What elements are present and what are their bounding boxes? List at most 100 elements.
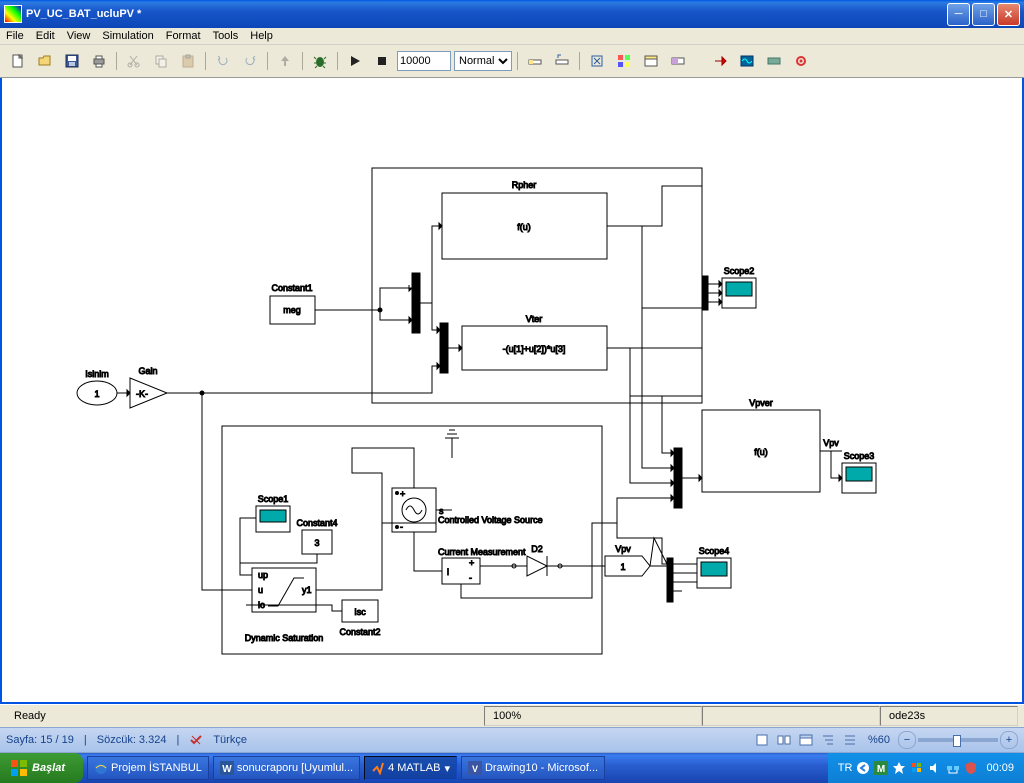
tray-star-icon[interactable] bbox=[892, 761, 906, 775]
print-layout-button[interactable] bbox=[752, 730, 772, 750]
tray-shield-icon[interactable] bbox=[964, 761, 978, 775]
taskbar-item[interactable]: V Drawing10 - Microsof... bbox=[461, 756, 605, 780]
word-zoom[interactable]: %60 bbox=[868, 734, 890, 746]
constant2-val: Isc bbox=[354, 607, 366, 617]
visio-icon: V bbox=[468, 761, 482, 775]
redo-icon bbox=[242, 53, 258, 69]
separator bbox=[517, 52, 518, 70]
tray-flag-icon[interactable] bbox=[910, 761, 924, 775]
vpv2-val: 1 bbox=[620, 562, 625, 572]
paste-icon bbox=[180, 53, 196, 69]
menu-file[interactable]: File bbox=[6, 30, 24, 42]
library-icon bbox=[616, 53, 632, 69]
taskbar: Başlat Projem İSTANBUL W sonucraporu [Uy… bbox=[0, 753, 1024, 783]
matlab-icon bbox=[371, 761, 385, 775]
maximize-button[interactable]: □ bbox=[972, 3, 995, 26]
clock[interactable]: 00:09 bbox=[986, 762, 1014, 774]
gain-val: -K- bbox=[136, 389, 148, 399]
word-language[interactable]: Türkçe bbox=[213, 734, 247, 746]
redo-button[interactable] bbox=[238, 49, 262, 73]
save-icon bbox=[64, 53, 80, 69]
close-button[interactable]: ✕ bbox=[997, 3, 1020, 26]
toggle-button[interactable] bbox=[666, 49, 690, 73]
up-level-button[interactable] bbox=[273, 49, 297, 73]
open-button[interactable] bbox=[33, 49, 57, 73]
paste-button[interactable] bbox=[176, 49, 200, 73]
separator bbox=[116, 52, 117, 70]
menu-view[interactable]: View bbox=[67, 30, 91, 42]
cut-button[interactable] bbox=[122, 49, 146, 73]
separator bbox=[205, 52, 206, 70]
tray-back-icon[interactable] bbox=[856, 761, 870, 775]
bug-icon bbox=[312, 53, 328, 69]
taskbar-item-active[interactable]: 4 MATLAB ▾ bbox=[364, 756, 457, 780]
new-icon bbox=[10, 53, 26, 69]
stop-icon bbox=[374, 53, 390, 69]
menu-tools[interactable]: Tools bbox=[213, 30, 239, 42]
library-browser-button[interactable] bbox=[612, 49, 636, 73]
windows-logo-icon bbox=[10, 759, 28, 777]
system-tray: TR M 00:09 bbox=[828, 753, 1024, 783]
settings-button[interactable] bbox=[789, 49, 813, 73]
print-button[interactable] bbox=[87, 49, 111, 73]
cm-label: Current Measurement bbox=[438, 547, 526, 557]
tray-volume-icon[interactable] bbox=[928, 761, 942, 775]
explorer-icon bbox=[643, 53, 659, 69]
incremental-build-button[interactable] bbox=[550, 49, 574, 73]
rpher-label: Rpher bbox=[512, 180, 537, 190]
copy-button[interactable] bbox=[149, 49, 173, 73]
tray-m-icon[interactable]: M bbox=[874, 761, 888, 775]
debug-button[interactable] bbox=[308, 49, 332, 73]
fullscreen-reading-button[interactable] bbox=[774, 730, 794, 750]
menu-format[interactable]: Format bbox=[166, 30, 201, 42]
model-canvas[interactable]: Rpher f(u) meg Constant1 Vter -(u[1]+u[2… bbox=[0, 78, 1024, 704]
scope3-label: Scope3 bbox=[844, 451, 875, 461]
update-diagram-button[interactable] bbox=[585, 49, 609, 73]
word-page[interactable]: Sayfa: 15 / 19 bbox=[6, 734, 74, 746]
taskbar-item[interactable]: W sonucraporu [Uyumlul... bbox=[213, 756, 360, 780]
start-sim-button[interactable] bbox=[343, 49, 367, 73]
gain-label: Gain bbox=[138, 366, 157, 376]
menu-help[interactable]: Help bbox=[250, 30, 273, 42]
powergui-button[interactable] bbox=[708, 49, 732, 73]
save-button[interactable] bbox=[60, 49, 84, 73]
vpv-label: Vpv bbox=[823, 438, 839, 448]
stop-sim-button[interactable] bbox=[370, 49, 394, 73]
simulation-mode-select[interactable]: Normal bbox=[454, 51, 512, 71]
model-explorer-button[interactable] bbox=[639, 49, 663, 73]
build-button[interactable] bbox=[523, 49, 547, 73]
menu-simulation[interactable]: Simulation bbox=[102, 30, 153, 42]
simulation-time-input[interactable] bbox=[397, 51, 451, 71]
separator bbox=[579, 52, 580, 70]
constant2-label: Constant2 bbox=[339, 627, 380, 637]
menu-edit[interactable]: Edit bbox=[36, 30, 55, 42]
window-title: PV_UC_BAT_ucluPV * bbox=[26, 8, 141, 20]
svg-text:s: s bbox=[439, 506, 444, 516]
taskbar-item[interactable]: Projem İSTANBUL bbox=[87, 756, 209, 780]
cvs-label: Controlled Voltage Source bbox=[438, 515, 543, 525]
word-wordcount[interactable]: Sözcük: 3.324 bbox=[97, 734, 167, 746]
measurement-button[interactable] bbox=[762, 49, 786, 73]
vpver-fn: f(u) bbox=[754, 447, 768, 457]
zoom-in-button[interactable]: + bbox=[1000, 731, 1018, 749]
minimize-button[interactable]: ─ bbox=[947, 3, 970, 26]
language-indicator[interactable]: TR bbox=[838, 762, 853, 774]
constant4-label: Constant4 bbox=[296, 518, 337, 528]
draft-button[interactable] bbox=[840, 730, 860, 750]
new-button[interactable] bbox=[6, 49, 30, 73]
constant1-val: meg bbox=[283, 305, 301, 315]
svg-text:up: up bbox=[258, 570, 268, 580]
status-ready: Ready bbox=[6, 707, 484, 725]
start-button[interactable]: Başlat bbox=[0, 753, 83, 783]
outline-button[interactable] bbox=[818, 730, 838, 750]
zoom-slider[interactable] bbox=[918, 738, 998, 742]
scope-viewer-button[interactable] bbox=[735, 49, 759, 73]
status-empty bbox=[702, 706, 880, 726]
undo-button[interactable] bbox=[211, 49, 235, 73]
web-layout-button[interactable] bbox=[796, 730, 816, 750]
zoom-out-button[interactable]: − bbox=[898, 731, 916, 749]
proofing-icon[interactable] bbox=[189, 733, 203, 747]
app-icon bbox=[4, 5, 22, 23]
tray-network-icon[interactable] bbox=[946, 761, 960, 775]
refresh-icon bbox=[589, 53, 605, 69]
